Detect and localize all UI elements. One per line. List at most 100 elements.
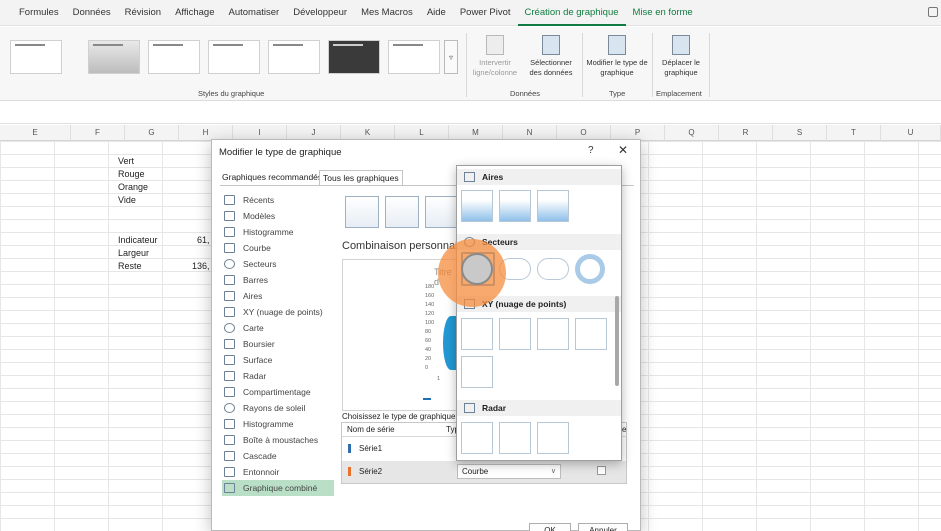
series-name-header: Nom de série	[347, 425, 395, 434]
styles-scroll-button[interactable]: ▿	[444, 40, 458, 74]
category-secteurs[interactable]: Secteurs	[222, 256, 334, 272]
combo-chart-icon	[224, 483, 235, 493]
tab-mes-macros[interactable]: Mes Macros	[354, 0, 420, 26]
chart-style-thumb[interactable]	[208, 40, 260, 74]
gallery-scrollbar[interactable]	[615, 296, 619, 386]
category-modeles[interactable]: Modèles	[222, 208, 334, 224]
tab-automatiser[interactable]: Automatiser	[222, 0, 287, 26]
scatter-chart-icon	[224, 307, 235, 317]
gallery-item-bar-of-pie[interactable]	[537, 258, 569, 280]
secondary-axis-checkbox[interactable]	[597, 466, 606, 475]
column-header[interactable]: E	[0, 125, 71, 141]
category-compartimentage[interactable]: Compartimentage	[222, 384, 334, 400]
series-type-dropdown[interactable]: Courbe ∨	[457, 464, 561, 479]
combo-subtype-thumb[interactable]	[425, 196, 459, 228]
pie-chart-icon	[461, 253, 493, 285]
column-header[interactable]: G	[125, 125, 179, 141]
select-data-button[interactable]: Sélectionner des données	[526, 31, 576, 78]
chart-style-thumb[interactable]	[388, 40, 440, 74]
cell-indicateur[interactable]: Indicateur	[118, 235, 158, 245]
category-histogramme[interactable]: Histogramme	[222, 224, 334, 240]
tab-aide[interactable]: Aide	[420, 0, 453, 26]
cell-rouge[interactable]: Rouge	[118, 169, 145, 179]
switch-row-column-button[interactable]: Intervertir ligne/colonne	[470, 31, 520, 78]
gallery-item-stacked-area[interactable]	[499, 190, 531, 222]
column-header[interactable]: U	[881, 125, 941, 141]
tab-formules[interactable]: Formules	[12, 0, 66, 26]
category-radar[interactable]: Radar	[222, 368, 334, 384]
gallery-item-radar-markers[interactable]	[499, 422, 531, 454]
gallery-item-scatter[interactable]	[461, 318, 493, 350]
gallery-item-100-area[interactable]	[537, 190, 569, 222]
series-color-swatch	[348, 467, 351, 476]
tab-donnees[interactable]: Données	[66, 0, 118, 26]
column-header[interactable]: R	[719, 125, 773, 141]
gallery-item-radar[interactable]	[461, 422, 493, 454]
category-entonnoir[interactable]: Entonnoir	[222, 464, 334, 480]
category-aires[interactable]: Aires	[222, 288, 334, 304]
move-chart-button[interactable]: Déplacer le graphique	[655, 31, 707, 78]
category-histogramme-stat[interactable]: Histogramme	[222, 416, 334, 432]
category-courbe[interactable]: Courbe	[222, 240, 334, 256]
tab-all-charts[interactable]: Tous les graphiques	[319, 170, 403, 186]
cell-reste[interactable]: Reste	[118, 261, 142, 271]
category-cascade[interactable]: Cascade	[222, 448, 334, 464]
histogram-icon	[224, 419, 235, 429]
combo-subtype-thumb[interactable]	[345, 196, 379, 228]
category-boite-moustaches[interactable]: Boîte à moustaches	[222, 432, 334, 448]
category-rayons-de-soleil[interactable]: Rayons de soleil	[222, 400, 334, 416]
gallery-item-scatter-straight-markers[interactable]	[575, 318, 607, 350]
combo-subtype-thumb[interactable]	[385, 196, 419, 228]
change-chart-type-button[interactable]: Modifier le type de graphique	[586, 31, 648, 78]
chart-style-thumb[interactable]	[268, 40, 320, 74]
cell-orange[interactable]: Orange	[118, 182, 148, 192]
category-surface[interactable]: Surface	[222, 352, 334, 368]
tab-affichage[interactable]: Affichage	[168, 0, 221, 26]
styles-group-label: Styles du graphique	[198, 89, 265, 98]
funnel-icon	[224, 467, 235, 477]
cell-largeur[interactable]: Largeur	[118, 248, 149, 258]
category-recents[interactable]: Récents	[222, 192, 334, 208]
chevron-down-icon: ∨	[550, 468, 556, 475]
comment-icon[interactable]	[928, 7, 938, 17]
tab-developpeur[interactable]: Développeur	[286, 0, 354, 26]
table-row[interactable]: Série2 Courbe ∨	[342, 461, 626, 483]
cell-vide[interactable]: Vide	[118, 195, 136, 205]
tab-power-pivot[interactable]: Power Pivot	[453, 0, 518, 26]
chart-style-thumb[interactable]	[88, 40, 140, 74]
column-header[interactable]: S	[773, 125, 827, 141]
chart-style-thumb[interactable]	[328, 40, 380, 74]
gallery-item-scatter-smooth[interactable]	[537, 318, 569, 350]
cell-reste-value[interactable]: 136,	[192, 261, 210, 271]
formula-area	[0, 102, 941, 124]
category-boursier[interactable]: Boursier	[222, 336, 334, 352]
gallery-item-filled-radar[interactable]	[537, 422, 569, 454]
gallery-item-scatter-smooth-markers[interactable]	[499, 318, 531, 350]
column-header[interactable]: T	[827, 125, 881, 141]
gallery-item-area[interactable]	[461, 190, 493, 222]
y-tick-label: 100	[425, 320, 435, 326]
category-graphique-combine[interactable]: Graphique combiné	[222, 480, 334, 496]
gallery-item-scatter-straight[interactable]	[461, 356, 493, 388]
category-barres[interactable]: Barres	[222, 272, 334, 288]
ok-button[interactable]: OK	[529, 523, 571, 531]
chart-style-thumb[interactable]	[10, 40, 62, 74]
tab-mise-en-forme[interactable]: Mise en forme	[626, 0, 700, 26]
cell-vert[interactable]: Vert	[118, 156, 134, 166]
close-icon[interactable]: ✕	[618, 143, 628, 157]
gallery-item-doughnut[interactable]	[575, 254, 605, 284]
series-axis-header: e	[622, 425, 627, 434]
chart-style-thumb[interactable]	[148, 40, 200, 74]
ribbon-separator	[582, 33, 583, 97]
help-button[interactable]: ?	[588, 145, 594, 156]
tab-creation-graphique[interactable]: Création de graphique	[517, 0, 626, 26]
column-header[interactable]: Q	[665, 125, 719, 141]
column-header[interactable]: F	[71, 125, 125, 141]
cancel-button[interactable]: Annuler	[578, 523, 628, 531]
category-carte[interactable]: Carte	[222, 320, 334, 336]
cell-indicateur-value[interactable]: 61,	[197, 235, 210, 245]
ribbon-separator	[466, 33, 467, 97]
category-xy[interactable]: XY (nuage de points)	[222, 304, 334, 320]
tab-revision[interactable]: Révision	[118, 0, 168, 26]
tab-recommended-charts[interactable]: Graphiques recommandés	[219, 170, 325, 184]
